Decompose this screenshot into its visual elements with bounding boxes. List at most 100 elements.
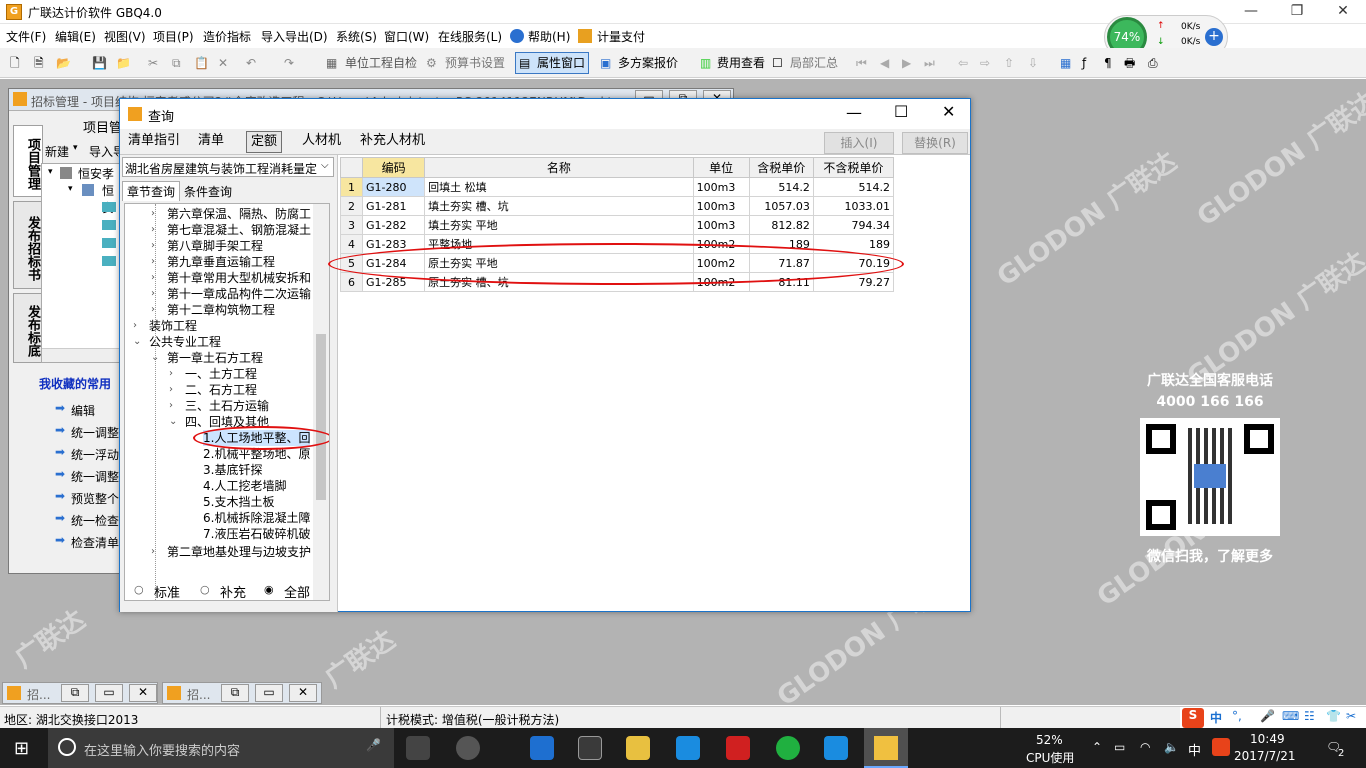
punctuation-icon[interactable]: °, bbox=[1232, 709, 1242, 723]
menu-file[interactable]: 文件(F) bbox=[6, 28, 46, 45]
plus-icon[interactable]: + bbox=[1205, 28, 1223, 46]
minimized-window[interactable]: 招... ⧉ ▭ ✕ bbox=[2, 682, 158, 704]
subtab-chapter-query[interactable]: 章节查询 bbox=[122, 181, 181, 201]
fav-item[interactable]: 统一检查 bbox=[71, 512, 119, 529]
name-cell[interactable]: 回填土 松填 bbox=[424, 177, 694, 197]
formula-icon[interactable]: ƒ bbox=[1082, 54, 1086, 72]
replace-button[interactable]: 替换(R) bbox=[902, 132, 968, 154]
store-icon[interactable] bbox=[578, 736, 602, 760]
radio-supplement[interactable]: ○ bbox=[200, 583, 210, 596]
dialog-close-button[interactable]: ✕ bbox=[942, 102, 955, 121]
quota-library-select[interactable]: 湖北省房屋建筑与装饰工程消耗量定 ⌵ bbox=[122, 157, 334, 177]
table-row[interactable]: 3 G1-282 填土夯实 平地 100m3 812.82 794.34 bbox=[339, 215, 895, 235]
file-explorer-icon[interactable] bbox=[626, 736, 650, 760]
open-folder-icon[interactable]: 📂 bbox=[56, 54, 71, 72]
tab-quota[interactable]: 定额 bbox=[246, 131, 283, 153]
tree-node[interactable]: 7.液压岩石破碎机破 bbox=[203, 526, 310, 542]
print-icon[interactable]: 🖶 bbox=[1124, 54, 1135, 72]
wifi-icon[interactable]: ◠ bbox=[1140, 740, 1150, 754]
tax-price-cell[interactable]: 812.82 bbox=[748, 215, 814, 235]
fav-item[interactable]: 预览整个 bbox=[71, 490, 119, 507]
tree-node[interactable]: 4.人工挖老墙脚 bbox=[203, 478, 286, 494]
expand-icon[interactable]: ▾ bbox=[68, 184, 73, 194]
paste-icon[interactable]: 📋 bbox=[194, 54, 209, 72]
notax-price-cell[interactable]: 514.2 bbox=[812, 177, 895, 197]
insert-button[interactable]: 插入(I) bbox=[824, 132, 894, 154]
self-check-button[interactable]: 单位工程自检 bbox=[345, 54, 417, 72]
budget-settings-button[interactable]: 预算书设置 bbox=[445, 54, 505, 72]
tree-root[interactable]: 恒安孝 bbox=[78, 165, 114, 182]
dialog-minimize-button[interactable]: — bbox=[846, 103, 862, 122]
fee-view-button[interactable]: 费用查看 bbox=[717, 54, 765, 72]
fav-item[interactable]: 检查清单 bbox=[71, 534, 119, 551]
column-header[interactable]: 编码 bbox=[362, 157, 426, 178]
tree-node[interactable]: 第一章土石方工程 bbox=[167, 350, 263, 366]
tree-node[interactable]: 二、石方工程 bbox=[185, 382, 257, 398]
dialog-maximize-button[interactable]: ☐ bbox=[894, 102, 908, 121]
tree-node[interactable]: 第九章垂直运输工程 bbox=[167, 254, 275, 270]
skin-icon[interactable]: ☷ bbox=[1304, 709, 1315, 723]
column-header[interactable]: 单位 bbox=[692, 157, 750, 178]
chevron-up-icon[interactable]: ⌃ bbox=[1092, 740, 1102, 754]
column-header[interactable]: 不含税单价 bbox=[812, 157, 895, 178]
calculator-icon[interactable]: ▦ bbox=[1060, 54, 1071, 72]
tree-node[interactable]: 第六章保温、隔热、防腐工 bbox=[167, 206, 311, 222]
tax-price-cell[interactable]: 1057.03 bbox=[748, 196, 814, 216]
name-cell[interactable]: 填土夯实 槽、坑 bbox=[424, 196, 694, 216]
fav-item[interactable]: 统一浮动 bbox=[71, 446, 119, 463]
radio-all[interactable]: ◉ bbox=[264, 583, 274, 596]
multi-quote-button[interactable]: 多方案报价 bbox=[618, 54, 678, 72]
code-cell[interactable]: G1-282 bbox=[362, 215, 426, 235]
tree-node[interactable]: 第十章常用大型机械安拆和 bbox=[167, 270, 311, 286]
last-icon[interactable]: ⏭ bbox=[924, 54, 935, 72]
glodon-icon[interactable] bbox=[676, 736, 700, 760]
clock-time[interactable]: 10:49 bbox=[1250, 732, 1285, 746]
menu-cost-index[interactable]: 造价指标 bbox=[203, 28, 251, 45]
minimized-window[interactable]: 招... ⧉ ▭ ✕ bbox=[162, 682, 322, 704]
windows-start-icon[interactable]: ⊞ bbox=[14, 738, 29, 759]
notax-price-cell[interactable]: 794.34 bbox=[812, 215, 895, 235]
next-icon[interactable]: ▶ bbox=[902, 54, 911, 72]
tree-node[interactable]: 三、土石方运输 bbox=[185, 398, 269, 414]
menu-online[interactable]: 在线服务(L) bbox=[438, 28, 502, 45]
column-header[interactable]: 含税单价 bbox=[748, 157, 814, 178]
shirt-icon[interactable]: 👕 bbox=[1326, 709, 1341, 723]
menu-edit[interactable]: 编辑(E) bbox=[55, 28, 96, 45]
column-header[interactable]: 名称 bbox=[424, 157, 694, 178]
paragraph-icon[interactable]: ¶ bbox=[1104, 54, 1112, 72]
fav-item[interactable]: 统一调整 bbox=[71, 424, 119, 441]
unit-cell[interactable]: 100m3 bbox=[692, 196, 750, 216]
ime-language[interactable]: 中 bbox=[1188, 740, 1201, 759]
taskbar-search[interactable]: 在这里输入你要搜索的内容 🎤 bbox=[48, 728, 394, 768]
menu-project[interactable]: 项目(P) bbox=[153, 28, 194, 45]
table-row[interactable]: 1 G1-280 回填土 松填 100m3 514.2 514.2 bbox=[339, 177, 895, 197]
tree-vscrollbar[interactable] bbox=[313, 204, 329, 600]
tree-node[interactable]: 装饰工程 bbox=[149, 318, 197, 334]
app-icon[interactable] bbox=[456, 736, 480, 760]
maximize-button[interactable]: ▭ bbox=[95, 684, 123, 702]
tree-node[interactable]: 第八章脚手架工程 bbox=[167, 238, 263, 254]
restore-button[interactable]: ❐ bbox=[1274, 0, 1320, 24]
plus-app-icon[interactable] bbox=[824, 736, 848, 760]
delete-icon[interactable]: ✕ bbox=[218, 54, 228, 72]
prev-icon[interactable]: ◀ bbox=[880, 54, 889, 72]
redo-icon[interactable]: ↷ bbox=[284, 54, 294, 72]
tree-node[interactable]: 一、土方工程 bbox=[185, 366, 257, 382]
fav-item[interactable]: 编辑 bbox=[71, 402, 95, 419]
task-view-icon[interactable] bbox=[406, 736, 430, 760]
vtab-publish-bid-base[interactable]: 发布标底 bbox=[13, 293, 43, 363]
tree-node[interactable]: 公共专业工程 bbox=[149, 334, 221, 350]
tree-hscrollbar[interactable] bbox=[42, 348, 122, 362]
unit-cell[interactable]: 100m3 bbox=[692, 215, 750, 235]
copy-icon[interactable]: ⧉ bbox=[172, 54, 181, 72]
subtab-condition-query[interactable]: 条件查询 bbox=[184, 183, 232, 200]
tree-node[interactable]: 第十一章成品构件二次运输 bbox=[167, 286, 311, 302]
green-app-icon[interactable] bbox=[776, 736, 800, 760]
glodon-red-icon[interactable] bbox=[726, 736, 750, 760]
network-icon[interactable]: ▭ bbox=[1114, 740, 1125, 754]
unit-cell[interactable]: 100m3 bbox=[692, 177, 750, 197]
close-button[interactable]: ✕ bbox=[1320, 0, 1366, 24]
sogou-tray-icon[interactable] bbox=[1212, 738, 1230, 756]
minimize-button[interactable]: — bbox=[1228, 0, 1274, 24]
new-file-icon[interactable]: 🗋 bbox=[10, 54, 20, 72]
